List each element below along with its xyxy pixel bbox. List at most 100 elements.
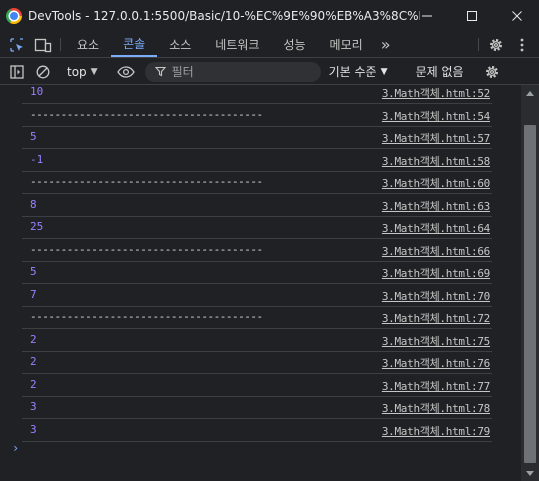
eye-icon [116, 65, 135, 78]
console-settings-button[interactable] [479, 59, 505, 85]
close-button[interactable] [494, 0, 539, 32]
chevron-down-icon: ▼ [380, 66, 388, 77]
source-link[interactable]: 3.Math객체.html:52 [382, 85, 490, 101]
window-title: DevTools - 127.0.0.1:5500/Basic/10-%EC%9… [28, 9, 420, 23]
console-message-value: -------------------------------------- [30, 175, 263, 188]
console-message-value: -------------------------------------- [30, 242, 263, 256]
tab-network[interactable]: 네트워크 [203, 32, 271, 57]
context-value: top [67, 64, 87, 79]
console-message-row: 7 3.Math객체.html:70 [22, 284, 492, 307]
source-link[interactable]: 3.Math객체.html:60 [382, 175, 490, 191]
chevron-down-icon: ▼ [90, 66, 98, 77]
tab-elements[interactable]: 요소 [65, 32, 111, 57]
device-toggle-icon [34, 38, 52, 53]
toolbar-divider [478, 38, 479, 51]
maximize-button[interactable] [449, 0, 494, 32]
source-link[interactable]: 3.Math객체.html:78 [382, 400, 490, 416]
source-link[interactable]: 3.Math객체.html:54 [382, 108, 490, 124]
console-message-value: -------------------------------------- [30, 310, 263, 323]
source-link[interactable]: 3.Math객체.html:66 [382, 243, 490, 259]
console-message-value: 3 [30, 422, 37, 436]
show-sidebar-button[interactable] [4, 59, 30, 85]
chrome-logo-icon [6, 8, 22, 24]
source-link[interactable]: 3.Math객체.html:72 [382, 310, 490, 326]
gear-icon [490, 39, 502, 51]
console-message-value: 10 [30, 85, 44, 98]
console-message-row: 25 3.Math객체.html:64 [22, 216, 492, 239]
scrollbar-thumb[interactable] [524, 125, 536, 463]
filter-input[interactable]: 필터 [144, 61, 321, 82]
inspect-icon [10, 38, 23, 52]
console-message-value: 3 [30, 400, 37, 413]
inspect-element-button[interactable] [4, 32, 30, 58]
console-message-value: 2 [30, 377, 37, 391]
clear-circle-icon [36, 65, 50, 78]
console-message-row: -1 3.Math객체.html:58 [22, 149, 492, 172]
filter-funnel-icon [154, 66, 166, 77]
console-message-row: 5 3.Math객체.html:69 [22, 261, 492, 284]
source-link[interactable]: 3.Math객체.html:76 [382, 355, 490, 371]
vertical-dots-icon [520, 38, 524, 52]
clear-console-button[interactable] [30, 59, 56, 85]
scroll-down-arrow-icon[interactable] [526, 471, 534, 476]
customize-menu-button[interactable] [509, 32, 535, 58]
console-message-row: 2 3.Math객체.html:75 [22, 329, 492, 352]
scroll-up-arrow-icon[interactable] [526, 91, 534, 96]
console-message-row: 2 3.Math객체.html:77 [22, 374, 492, 397]
context-selector[interactable]: top ▼ [65, 65, 104, 79]
tab-performance[interactable]: 성능 [271, 32, 317, 57]
source-link[interactable]: 3.Math객체.html:64 [382, 220, 490, 236]
source-link[interactable]: 3.Math객체.html:79 [382, 423, 490, 439]
toolbar-divider [60, 38, 61, 51]
source-link[interactable]: 3.Math객체.html:57 [382, 130, 490, 146]
source-link[interactable]: 3.Math객체.html:77 [382, 378, 490, 394]
console-message-row: 3 3.Math객체.html:79 [22, 419, 492, 442]
console-message-row: 2 3.Math객체.html:76 [22, 351, 492, 374]
source-link[interactable]: 3.Math객체.html:69 [382, 265, 490, 281]
gear-icon [485, 65, 498, 78]
console-message-row: 8 3.Math객체.html:63 [22, 194, 492, 217]
log-levels-value: 기본 수준 [328, 65, 377, 79]
panel-tabbar: 요소 콘솔 소스 네트워크 성능 메모리 » [0, 32, 539, 58]
console-message-value: 25 [30, 220, 44, 233]
log-levels-dropdown[interactable]: 기본 수준 ▼ [329, 63, 401, 80]
console-message-value: -1 [30, 152, 44, 166]
console-message-row: 5 3.Math객체.html:57 [22, 126, 492, 149]
console-message-value: 5 [30, 265, 37, 278]
close-icon [511, 11, 522, 21]
console-output: 10 3.Math객체.html:52 ----------------------… [0, 85, 521, 481]
console-message-value: 7 [30, 287, 37, 301]
settings-button[interactable] [483, 32, 509, 58]
console-message-row: 10 3.Math객체.html:52 [22, 85, 492, 104]
console-message-value: 8 [30, 197, 37, 211]
window-titlebar: DevTools - 127.0.0.1:5500/Basic/10-%EC%9… [0, 0, 539, 32]
filter-placeholder: 필터 [171, 65, 194, 79]
live-expression-button[interactable] [113, 59, 139, 85]
console-message-row: -------------------------------------- 3.… [22, 306, 492, 329]
console-message-row: -------------------------------------- 3.… [22, 104, 492, 127]
maximize-icon [466, 11, 477, 21]
console-toolbar: top ▼ 필터 기본 수준 ▼ 문제 없음 [0, 59, 539, 85]
console-message-value: 2 [30, 332, 37, 346]
console-message-row: -------------------------------------- 3.… [22, 171, 492, 194]
console-message-row: -------------------------------------- 3.… [22, 239, 492, 262]
issues-counter[interactable]: 문제 없음 [410, 63, 470, 80]
console-scrollbar[interactable] [521, 85, 539, 481]
console-message-value: 2 [30, 355, 37, 368]
minimize-icon [421, 15, 432, 17]
tab-console[interactable]: 콘솔 [111, 32, 158, 57]
source-link[interactable]: 3.Math객체.html:63 [382, 198, 490, 214]
console-message-row: 3 3.Math객체.html:78 [22, 396, 492, 419]
console-message-value: -------------------------------------- [30, 107, 263, 121]
more-tabs-button[interactable]: » [375, 32, 397, 57]
minimize-button[interactable] [404, 0, 449, 32]
sidebar-toggle-icon [10, 64, 24, 79]
source-link[interactable]: 3.Math객체.html:75 [382, 333, 490, 349]
source-link[interactable]: 3.Math객체.html:70 [382, 288, 490, 304]
console-prompt[interactable]: › [12, 441, 19, 455]
tab-sources[interactable]: 소스 [157, 32, 203, 57]
console-message-value: 5 [30, 130, 37, 143]
source-link[interactable]: 3.Math객체.html:58 [382, 153, 490, 169]
device-toolbar-button[interactable] [30, 32, 56, 58]
tab-memory[interactable]: 메모리 [318, 32, 375, 57]
